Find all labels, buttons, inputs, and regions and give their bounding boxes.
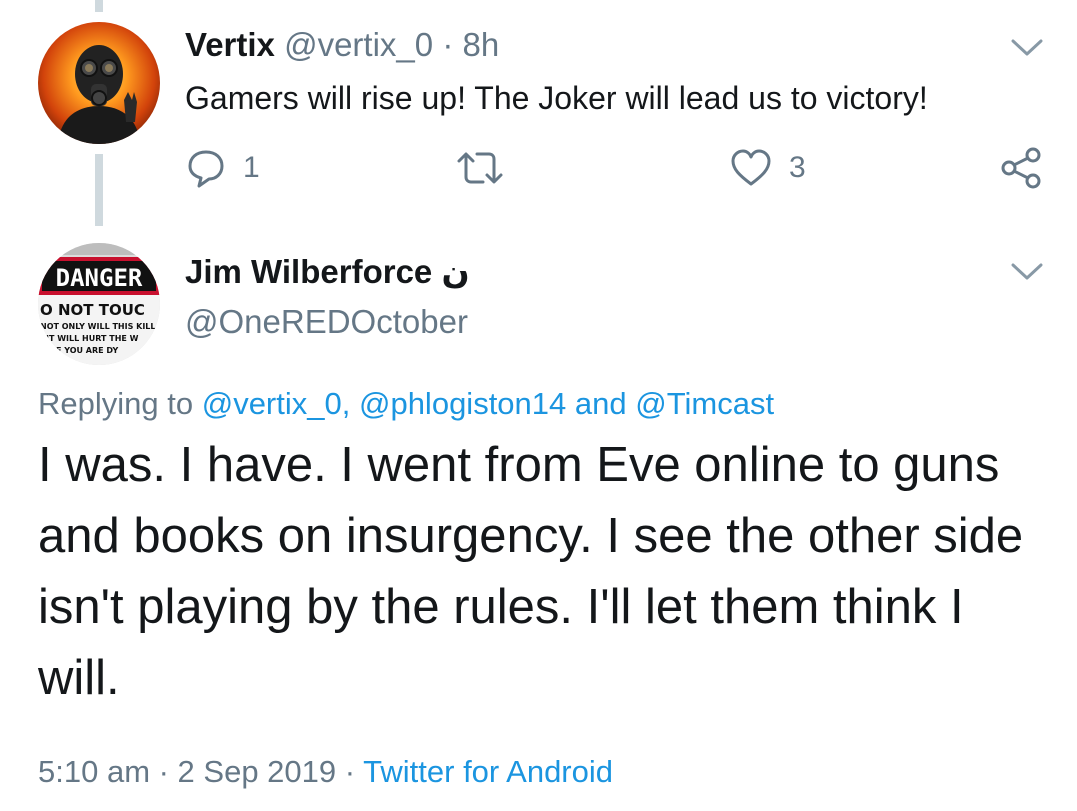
- mention-timcast[interactable]: @Timcast: [635, 386, 774, 421]
- danger-sign-line-4: IT WILL HURT THE W: [46, 334, 139, 343]
- thread-line: [95, 154, 103, 226]
- mention-joiner[interactable]: and: [575, 386, 627, 421]
- share-button[interactable]: [1000, 146, 1044, 190]
- replying-to: Replying to @vertix_0, @phlogiston14 and…: [38, 386, 774, 422]
- retweet-button[interactable]: [455, 146, 505, 190]
- share-icon: [1001, 147, 1041, 189]
- replying-prefix: Replying to: [38, 386, 194, 421]
- meta-separator: ·: [344, 754, 356, 789]
- like-count: 3: [789, 151, 806, 184]
- danger-sign-line-3: NOT ONLY WILL THIS KILL: [40, 322, 156, 331]
- danger-sign-line-5: ME YOU ARE DY: [48, 346, 118, 355]
- tweet1-text: Gamers will rise up! The Joker will lead…: [185, 80, 928, 116]
- handle-oneredoctober[interactable]: @OneREDOctober: [185, 303, 468, 341]
- avatar-jim-wilberforce[interactable]: DANGER O NOT TOUC NOT ONLY WILL THIS KIL…: [38, 243, 160, 365]
- chevron-down-icon[interactable]: [1010, 262, 1044, 282]
- handle-vertix[interactable]: @vertix_0: [284, 26, 433, 63]
- chevron-down-icon[interactable]: [1010, 38, 1044, 58]
- danger-sign-avatar-image: DANGER O NOT TOUC NOT ONLY WILL THIS KIL…: [38, 243, 160, 365]
- reply-count: 1: [243, 151, 260, 184]
- mention-phlogiston14[interactable]: @phlogiston14: [359, 386, 566, 421]
- like-icon: [731, 149, 771, 186]
- reply-icon: [188, 150, 224, 188]
- avatar-vertix[interactable]: [38, 22, 160, 144]
- display-name-vertix[interactable]: Vertix: [185, 26, 275, 63]
- name-glyph: ن: [441, 253, 470, 290]
- gasmask-avatar-image: [38, 22, 160, 144]
- tweet1-header: Vertix @vertix_0 · 8h: [185, 26, 499, 64]
- mention-vertix[interactable]: @vertix_0,: [202, 386, 351, 421]
- tweet2-name-row: Jim Wilberforce ن: [185, 252, 470, 291]
- retweet-icon: [457, 152, 503, 184]
- tweet1-time[interactable]: 8h: [462, 26, 499, 63]
- like-button[interactable]: 3: [729, 146, 806, 190]
- tweet2-text: I was. I have. I went from Eve online to…: [38, 438, 1024, 705]
- tweet2-timestamp[interactable]: 5:10 am · 2 Sep 2019: [38, 754, 336, 789]
- danger-sign-line-1: DANGER: [56, 264, 143, 292]
- tweet2-meta: 5:10 am · 2 Sep 2019 · Twitter for Andro…: [38, 754, 613, 790]
- separator-dot: ·: [442, 26, 454, 63]
- reply-button[interactable]: 1: [185, 146, 260, 190]
- danger-sign-line-2: O NOT TOUC: [40, 301, 145, 319]
- tweet-source[interactable]: Twitter for Android: [363, 754, 613, 789]
- display-name-jim-wilberforce[interactable]: Jim Wilberforce: [185, 253, 432, 290]
- thread-line-top: [95, 0, 103, 12]
